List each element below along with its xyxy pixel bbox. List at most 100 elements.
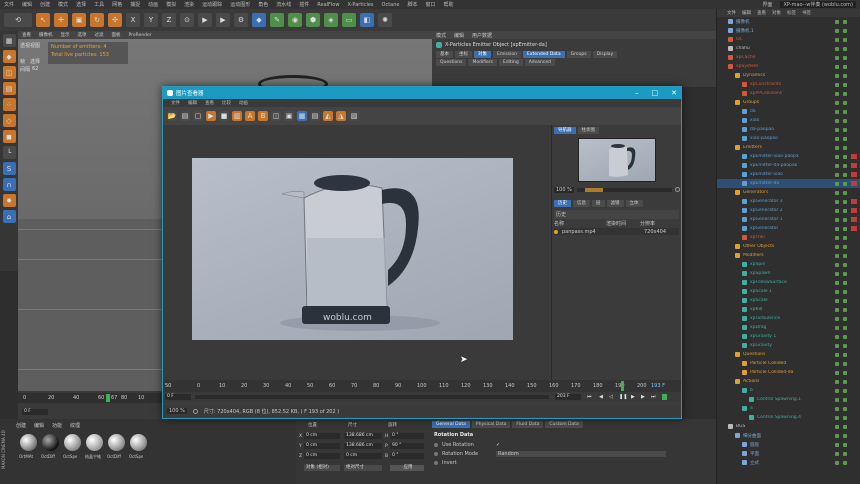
tab-emission[interactable]: Emission bbox=[493, 51, 522, 58]
object-row[interactable]: xpCache bbox=[717, 53, 860, 62]
enabled-icon[interactable] bbox=[843, 73, 847, 78]
subdivision-icon[interactable]: ◉ bbox=[288, 13, 302, 27]
visibility-icon[interactable] bbox=[835, 19, 839, 24]
tab-basic[interactable]: 基本 bbox=[436, 51, 453, 58]
enabled-icon[interactable] bbox=[843, 199, 847, 204]
visibility-icon[interactable] bbox=[835, 235, 839, 240]
visibility-icon[interactable] bbox=[835, 298, 839, 303]
tag-icon[interactable] bbox=[851, 181, 857, 186]
object-row[interactable]: xpDrag bbox=[717, 323, 860, 332]
compare-b-icon[interactable]: B bbox=[258, 111, 268, 121]
goto-end-icon[interactable]: ⏭ bbox=[651, 394, 656, 400]
rot-h-field[interactable]: 0 ° bbox=[390, 433, 424, 439]
visibility-icon[interactable] bbox=[835, 442, 839, 447]
tab-layers[interactable]: 层 bbox=[592, 200, 605, 207]
menu-item[interactable]: 模式 bbox=[58, 1, 68, 8]
viewport-menu-item[interactable]: ProRender bbox=[129, 33, 152, 38]
tab-info[interactable]: 信息 bbox=[573, 200, 590, 207]
histogram-icon[interactable]: ▤ bbox=[310, 111, 320, 121]
attr-menu-mode[interactable]: 模式 bbox=[436, 32, 446, 39]
enabled-icon[interactable] bbox=[843, 181, 847, 186]
menu-item[interactable]: 角色 bbox=[258, 1, 268, 8]
enabled-icon[interactable] bbox=[843, 154, 847, 159]
enabled-icon[interactable] bbox=[843, 82, 847, 87]
render-picture-icon[interactable]: ▶ bbox=[216, 13, 230, 27]
transform-tool-icon[interactable]: ✣ bbox=[108, 13, 122, 27]
menu-item[interactable]: 模拟 bbox=[166, 1, 176, 8]
polygons-mode-icon[interactable]: ◼ bbox=[2, 130, 16, 143]
visibility-icon[interactable] bbox=[835, 352, 839, 357]
axis-mode-icon[interactable]: └ bbox=[2, 146, 16, 159]
x-axis-icon[interactable]: X bbox=[126, 13, 140, 27]
prev-frame-icon[interactable]: ◀ bbox=[599, 394, 603, 400]
visibility-icon[interactable] bbox=[835, 28, 839, 33]
viewport-menu-item[interactable]: 查看 bbox=[22, 32, 31, 38]
visibility-icon[interactable] bbox=[835, 190, 839, 195]
enabled-icon[interactable] bbox=[843, 109, 847, 114]
object-row[interactable]: xpGenerator bbox=[717, 224, 860, 233]
tab-groups[interactable]: Groups bbox=[566, 51, 591, 58]
pause-icon[interactable]: ❚❚ bbox=[619, 394, 627, 400]
render-view-icon[interactable]: ▶ bbox=[198, 13, 212, 27]
material-swatch[interactable] bbox=[108, 434, 125, 451]
pv-menu-item[interactable]: 查看 bbox=[205, 100, 214, 106]
tag-icon[interactable] bbox=[851, 163, 857, 168]
col-name[interactable]: 名称 bbox=[554, 220, 602, 227]
enabled-icon[interactable] bbox=[843, 451, 847, 456]
open-icon[interactable]: 📂 bbox=[167, 111, 177, 121]
visibility-icon[interactable] bbox=[835, 208, 839, 213]
object-row[interactable]: xpTrail bbox=[717, 233, 860, 242]
enabled-icon[interactable] bbox=[843, 244, 847, 249]
tab-advanced[interactable]: Advanced bbox=[524, 59, 555, 66]
object-row[interactable]: 摄像机 bbox=[717, 17, 860, 26]
pen-icon[interactable]: ✎ bbox=[270, 13, 284, 27]
object-row[interactable]: xpScale 1 bbox=[717, 287, 860, 296]
play-back-icon[interactable]: ◁ bbox=[609, 394, 613, 400]
layout-select[interactable]: XP-mao--w伴奏 (woblu.com) bbox=[780, 1, 856, 8]
visibility-icon[interactable] bbox=[835, 46, 839, 51]
render-icon[interactable]: ▶ bbox=[206, 111, 216, 121]
z-axis-icon[interactable]: Z bbox=[162, 13, 176, 27]
tag-icon[interactable] bbox=[851, 154, 857, 159]
model-mode-icon[interactable]: ◆ bbox=[2, 50, 16, 63]
visibility-icon[interactable] bbox=[835, 109, 839, 114]
object-menu-item[interactable]: 标签 bbox=[787, 10, 796, 16]
material-swatch[interactable] bbox=[20, 434, 37, 451]
menu-item[interactable]: 工具 bbox=[94, 1, 104, 8]
rotation-mode-select[interactable]: Random bbox=[496, 450, 666, 457]
object-row[interactable]: Questions bbox=[717, 350, 860, 359]
enabled-icon[interactable] bbox=[843, 460, 847, 465]
object-row[interactable]: chahu bbox=[717, 44, 860, 53]
snap-icon[interactable]: S bbox=[2, 162, 16, 175]
workplane-icon[interactable]: ▤ bbox=[2, 82, 16, 95]
visibility-icon[interactable] bbox=[835, 100, 839, 105]
col-resolution[interactable]: 分辨率 bbox=[640, 220, 655, 227]
visibility-icon[interactable] bbox=[835, 271, 839, 276]
viewport-menu-item[interactable]: 面板 bbox=[112, 32, 121, 38]
visibility-icon[interactable] bbox=[835, 424, 839, 429]
enabled-icon[interactable] bbox=[843, 55, 847, 60]
menu-item[interactable]: 帮助 bbox=[444, 1, 454, 8]
object-row[interactable]: a bbox=[717, 404, 860, 413]
menu-item[interactable]: 窗口 bbox=[426, 1, 436, 8]
tag-icon[interactable] bbox=[851, 217, 857, 222]
visibility-icon[interactable] bbox=[835, 388, 839, 393]
menu-item[interactable]: 渲染 bbox=[184, 1, 194, 8]
object-menu-item[interactable]: 对象 bbox=[772, 10, 781, 16]
channel-icon[interactable]: ▦ bbox=[297, 111, 307, 121]
object-row[interactable]: da-paopao bbox=[717, 125, 860, 134]
visibility-icon[interactable] bbox=[835, 199, 839, 204]
picture-viewer-ruler[interactable]: 50 0 10 20 30 40 50 60 70 80 90 100 110 120 130 140 150 1… bbox=[163, 380, 681, 392]
tag-icon[interactable] bbox=[851, 172, 857, 177]
minimize-icon[interactable]: – bbox=[635, 89, 639, 97]
visibility-icon[interactable] bbox=[835, 217, 839, 222]
enabled-icon[interactable] bbox=[843, 316, 847, 321]
current-frame-field[interactable]: 203 F bbox=[555, 394, 581, 400]
menu-item[interactable]: 运动跟踪 bbox=[202, 1, 222, 8]
object-row[interactable]: xpGravity bbox=[717, 341, 860, 350]
enabled-icon[interactable] bbox=[843, 406, 847, 411]
rot-p-field[interactable]: 90 ° bbox=[390, 443, 424, 449]
object-row[interactable]: xpEmitter-xiao bbox=[717, 170, 860, 179]
lock-icon[interactable]: ⌂ bbox=[2, 210, 16, 223]
visibility-icon[interactable] bbox=[835, 163, 839, 168]
